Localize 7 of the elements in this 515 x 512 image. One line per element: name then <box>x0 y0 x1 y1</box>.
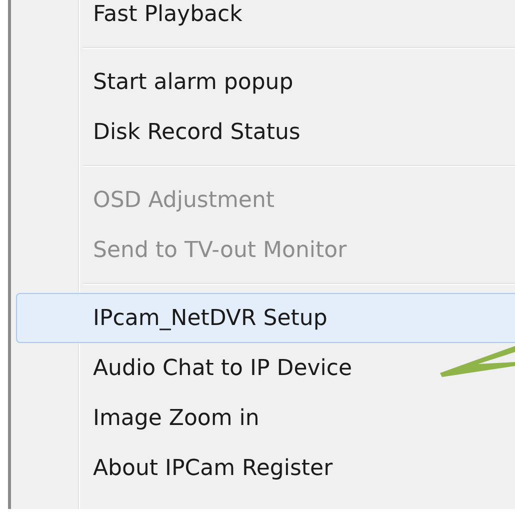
menu-item[interactable]: Image Zoom in <box>16 393 515 443</box>
menu-item[interactable]: IPcam_NetDVR Setup <box>16 293 515 343</box>
menu-item[interactable]: Start alarm popup <box>16 57 515 107</box>
menu-item[interactable]: Fast Playback <box>16 0 515 39</box>
menu-item[interactable]: About IPCam Register <box>16 443 515 493</box>
menu-item[interactable]: Audio Chat to IP Device <box>16 343 515 393</box>
menu-item[interactable]: Disk Record Status <box>16 107 515 157</box>
